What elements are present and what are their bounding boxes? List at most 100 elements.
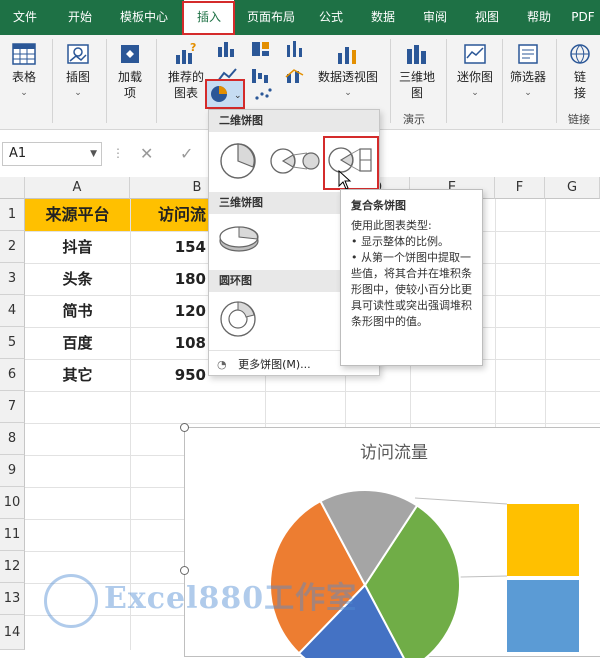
pivot-chart-button[interactable]: 数据透视图 ⌄	[316, 41, 380, 101]
link-label-2: 接	[573, 86, 586, 100]
name-box-value: A1	[9, 146, 27, 161]
scatter-chart-button[interactable]	[248, 85, 278, 109]
row-header-5[interactable]: 5	[0, 327, 25, 359]
row-header-6[interactable]: 6	[0, 359, 25, 391]
tooltip-title: 复合条饼图	[351, 199, 406, 212]
separator	[446, 39, 447, 123]
resize-handle[interactable]	[180, 423, 189, 432]
filters-button[interactable]: 筛选器 ⌄	[506, 41, 550, 101]
statistic-chart-button[interactable]	[280, 39, 310, 63]
bar-segment[interactable]	[507, 580, 579, 652]
tooltip-line-1: 使用此图表类型:	[351, 219, 432, 232]
link-button[interactable]: 链 接	[562, 41, 598, 101]
scatter-chart-icon	[255, 88, 272, 100]
separator	[52, 39, 53, 123]
pie-2d-option[interactable]	[217, 140, 259, 182]
combo-chart-button[interactable]	[280, 65, 310, 89]
tab-review[interactable]: 审阅	[412, 0, 458, 35]
recommended-label-1: 推荐的	[167, 70, 204, 84]
chevron-down-icon[interactable]: ▼	[90, 143, 97, 165]
tooltip-line-2: • 显示整体的比例。	[351, 235, 449, 248]
row-header-2[interactable]: 2	[0, 231, 25, 263]
table-button[interactable]: 表格 ⌄	[4, 41, 44, 101]
select-all-corner[interactable]	[0, 177, 25, 199]
cell-a1[interactable]: 来源平台	[25, 199, 130, 231]
section-2d-pie: 二维饼图	[209, 110, 379, 132]
tab-view[interactable]: 视图	[464, 0, 510, 35]
sparklines-label: 迷你图	[456, 70, 493, 84]
chevron-down-icon: ⌄	[471, 88, 479, 98]
column-chart-button[interactable]	[212, 39, 242, 63]
tab-help[interactable]: 帮助	[516, 0, 562, 35]
cell-a3[interactable]: 头条	[25, 263, 130, 295]
row-header-12[interactable]: 12	[0, 551, 25, 583]
recommended-charts-icon: ?	[176, 41, 196, 64]
tab-templates[interactable]: 模板中心	[108, 0, 180, 35]
pivot-chart-icon	[338, 47, 356, 64]
link-label-1: 链	[573, 70, 586, 84]
column-header-a[interactable]: A	[25, 177, 130, 199]
hierarchy-chart-icon	[252, 42, 269, 56]
3d-map-label-1: 三维地	[398, 70, 435, 84]
tab-file[interactable]: 文件	[0, 0, 50, 35]
enter-icon[interactable]: ✓	[180, 144, 193, 163]
row-header-8[interactable]: 8	[0, 423, 25, 455]
chart-type-tooltip: 复合条饼图 使用此图表类型: • 显示整体的比例。 • 从第一个饼图中提取一些值…	[340, 189, 483, 366]
cell-b3[interactable]: 180	[130, 263, 210, 295]
tab-data[interactable]: 数据	[360, 0, 406, 35]
picture-icon	[67, 44, 89, 64]
cell-b4[interactable]: 120	[130, 295, 210, 327]
filter-icon	[518, 44, 538, 64]
mouse-cursor-icon	[338, 170, 352, 190]
cell-b5[interactable]: 108	[130, 327, 210, 359]
pie-chart-icon: ⌄	[211, 86, 242, 102]
combo-chart-icon	[285, 69, 304, 83]
addins-icon	[121, 45, 139, 63]
link-icon	[570, 44, 590, 64]
column-header-f[interactable]: F	[495, 177, 545, 199]
row-header-13[interactable]: 13	[0, 583, 25, 615]
gridline	[25, 423, 600, 424]
table-label: 表格	[11, 70, 36, 84]
recommended-charts-button[interactable]: ? 推荐的 图表	[162, 41, 210, 101]
group-label-links: 链接	[568, 113, 590, 126]
cancel-icon[interactable]: ✕	[140, 144, 153, 163]
column-header-g[interactable]: G	[545, 177, 600, 199]
tab-pdf[interactable]: PDF	[566, 0, 600, 35]
3d-map-label-2: 图	[410, 86, 423, 100]
pie-3d-option[interactable]	[217, 220, 261, 258]
cell-b6[interactable]: 950	[130, 359, 210, 391]
stacked-bar	[507, 504, 579, 652]
cell-a4[interactable]: 简书	[25, 295, 130, 327]
addins-button[interactable]: 加载 项	[110, 41, 150, 101]
row-header-11[interactable]: 11	[0, 519, 25, 551]
row-header-7[interactable]: 7	[0, 391, 25, 423]
cell-b2[interactable]: 154	[130, 231, 210, 263]
cell-a2[interactable]: 抖音	[25, 231, 130, 263]
3d-map-button[interactable]: 三维地 图	[394, 41, 440, 101]
gridline	[25, 391, 600, 392]
pie-chart-button[interactable]: ⌄	[205, 79, 245, 109]
hierarchy-chart-button[interactable]	[246, 39, 276, 63]
row-header-3[interactable]: 3	[0, 263, 25, 295]
illustrations-button[interactable]: 插图 ⌄	[58, 41, 98, 101]
name-box[interactable]: A1 ▼	[2, 142, 102, 166]
tab-home[interactable]: 开始	[54, 0, 106, 35]
row-header-14[interactable]: 14	[0, 615, 25, 650]
column-chart-icon	[218, 42, 234, 57]
bar-segment[interactable]	[507, 504, 579, 576]
doughnut-option[interactable]	[217, 298, 259, 340]
tab-page-layout[interactable]: 页面布局	[238, 0, 304, 35]
row-header-4[interactable]: 4	[0, 295, 25, 327]
sparklines-button[interactable]: 迷你图 ⌄	[452, 41, 498, 101]
cell-a6[interactable]: 其它	[25, 359, 130, 391]
pie-of-pie-option[interactable]	[269, 145, 321, 177]
tab-formulas[interactable]: 公式	[308, 0, 354, 35]
row-header-1[interactable]: 1	[0, 199, 25, 231]
row-header-9[interactable]: 9	[0, 455, 25, 487]
cell-a5[interactable]: 百度	[25, 327, 130, 359]
row-header-10[interactable]: 10	[0, 487, 25, 519]
pie-chart-object[interactable]: 访问流量	[184, 427, 600, 658]
svg-text:⌄: ⌄	[234, 91, 242, 101]
tooltip-line-3: • 从第一个饼图中提取一些值，将其合并在堆积条形图中，使较小百分比更具可读性或突…	[351, 251, 472, 328]
